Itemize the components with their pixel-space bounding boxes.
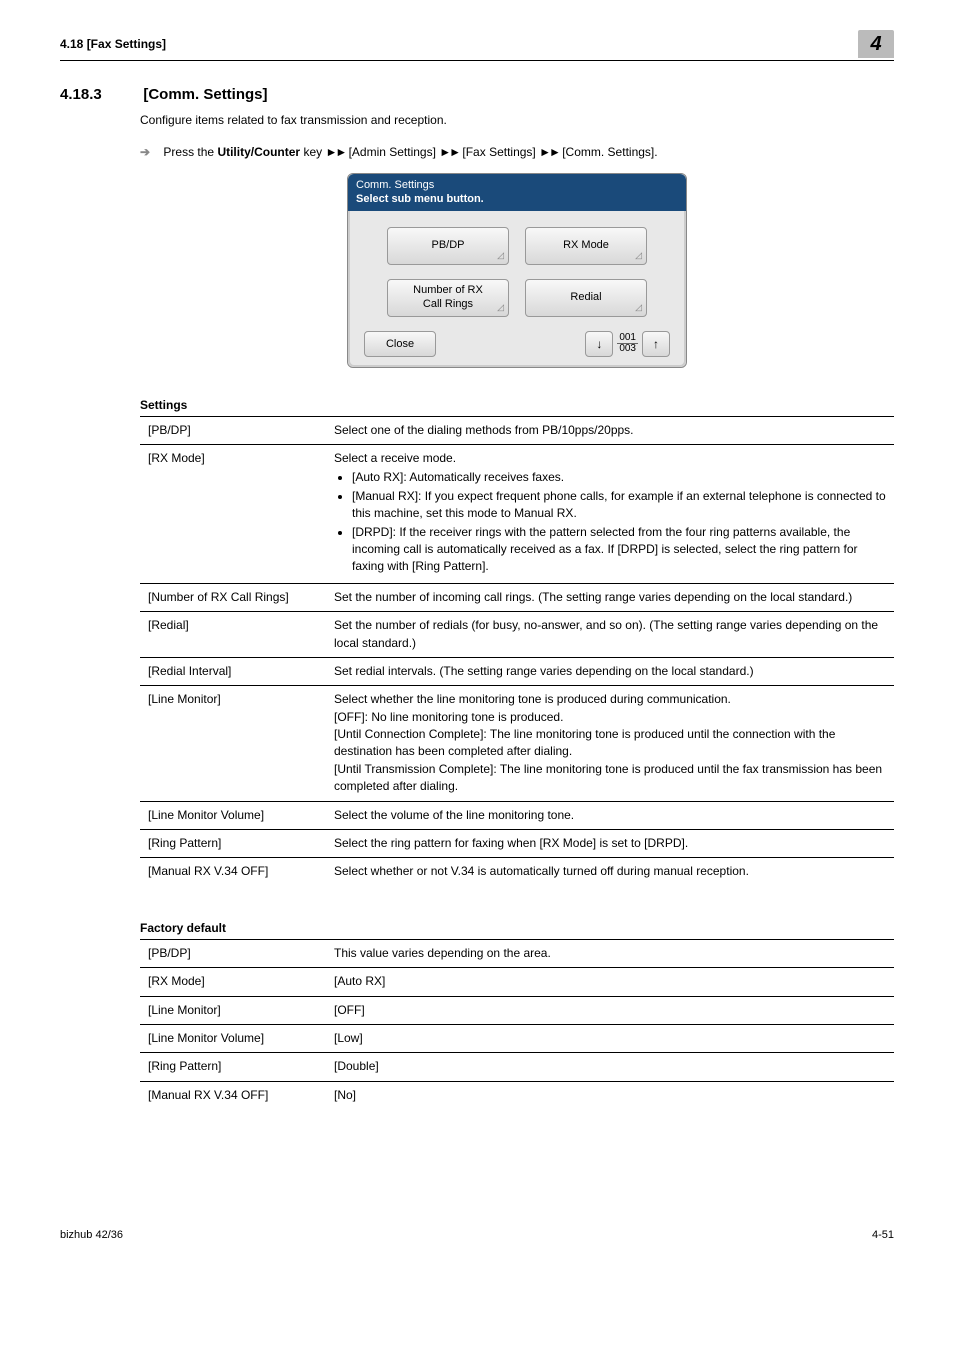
table-row: [Line Monitor]Select whether the line mo…: [140, 686, 894, 801]
setting-key: [RX Mode]: [140, 444, 326, 583]
default-value: [No]: [326, 1081, 894, 1109]
section-number: 4.18.3: [60, 86, 140, 103]
setting-value: Select whether or not V.34 is automatica…: [326, 858, 894, 886]
header-left: 4.18 [Fax Settings]: [60, 37, 166, 51]
rx-mode-button[interactable]: RX Mode◿: [525, 227, 647, 265]
page-counter: 001 003: [617, 333, 638, 354]
setting-key: [Redial Interval]: [140, 657, 326, 685]
table-row: [Manual RX V.34 OFF][No]: [140, 1081, 894, 1109]
table-row: [RX Mode][Auto RX]: [140, 968, 894, 996]
table-row: [Redial Interval]Set redial intervals. (…: [140, 657, 894, 685]
redial-button[interactable]: Redial◿: [525, 279, 647, 317]
setting-value: Set redial intervals. (The setting range…: [326, 657, 894, 685]
setting-value: Set the number of redials (for busy, no-…: [326, 612, 894, 658]
table-row: [PB/DP]Select one of the dialing methods…: [140, 416, 894, 444]
screenshot-title: Comm. Settings Select sub menu button.: [348, 174, 686, 211]
setting-value: Select the ring pattern for faxing when …: [326, 830, 894, 858]
table-row: [RX Mode]Select a receive mode.[Auto RX]…: [140, 444, 894, 583]
section-heading: 4.18.3 [Comm. Settings]: [60, 86, 894, 103]
setting-value: Select a receive mode.[Auto RX]: Automat…: [326, 444, 894, 583]
footer-left: bizhub 42/36: [60, 1229, 123, 1241]
submenu-icon: ◿: [635, 250, 642, 261]
page-header: 4.18 [Fax Settings] 4: [60, 30, 894, 61]
table-row: [Line Monitor Volume]Select the volume o…: [140, 801, 894, 829]
default-value: [Auto RX]: [326, 968, 894, 996]
chapter-badge: 4: [858, 30, 894, 58]
pager: ↓ 001 003 ↑: [585, 331, 670, 357]
setting-key: [Manual RX V.34 OFF]: [140, 858, 326, 886]
table-row: [Line Monitor][OFF]: [140, 996, 894, 1024]
settings-table: [PB/DP]Select one of the dialing methods…: [140, 416, 894, 886]
default-value: [Low]: [326, 1024, 894, 1052]
page-up-button[interactable]: ↑: [642, 331, 670, 357]
page-footer: bizhub 42/36 4-51: [60, 1229, 894, 1241]
setting-key: [Ring Pattern]: [140, 830, 326, 858]
setting-key: [Line Monitor]: [140, 686, 326, 801]
setting-key: [Line Monitor Volume]: [140, 801, 326, 829]
table-row: [Ring Pattern]Select the ring pattern fo…: [140, 830, 894, 858]
table-row: [Line Monitor Volume][Low]: [140, 1024, 894, 1052]
close-button[interactable]: Close: [364, 331, 436, 357]
default-key: [PB/DP]: [140, 939, 326, 967]
default-value: [OFF]: [326, 996, 894, 1024]
table-row: [Redial]Set the number of redials (for b…: [140, 612, 894, 658]
setting-key: [PB/DP]: [140, 416, 326, 444]
default-value: [Double]: [326, 1053, 894, 1081]
navigation-path: ➔ Press the Utility/Counter key ►► [Admi…: [140, 145, 894, 159]
default-key: [Ring Pattern]: [140, 1053, 326, 1081]
defaults-table: [PB/DP]This value varies depending on th…: [140, 939, 894, 1109]
pb-dp-button[interactable]: PB/DP◿: [387, 227, 509, 265]
rx-call-rings-button[interactable]: Number of RX Call Rings◿: [387, 279, 509, 317]
setting-value: Set the number of incoming call rings. (…: [326, 583, 894, 611]
default-value: This value varies depending on the area.: [326, 939, 894, 967]
device-screenshot: Comm. Settings Select sub menu button. P…: [347, 173, 687, 368]
default-key: [Line Monitor Volume]: [140, 1024, 326, 1052]
settings-table-title: Settings: [140, 398, 894, 412]
setting-value: Select the volume of the line monitoring…: [326, 801, 894, 829]
setting-key: [Redial]: [140, 612, 326, 658]
table-row: [PB/DP]This value varies depending on th…: [140, 939, 894, 967]
default-key: [Manual RX V.34 OFF]: [140, 1081, 326, 1109]
default-key: [Line Monitor]: [140, 996, 326, 1024]
submenu-icon: ◿: [497, 302, 504, 313]
submenu-icon: ◿: [635, 302, 642, 313]
setting-key: [Number of RX Call Rings]: [140, 583, 326, 611]
arrow-icon: ➔: [140, 145, 150, 159]
submenu-icon: ◿: [497, 250, 504, 261]
section-title: [Comm. Settings]: [143, 86, 267, 103]
defaults-table-title: Factory default: [140, 921, 894, 935]
table-row: [Manual RX V.34 OFF]Select whether or no…: [140, 858, 894, 886]
table-row: [Number of RX Call Rings]Set the number …: [140, 583, 894, 611]
intro-text: Configure items related to fax transmiss…: [140, 113, 894, 127]
table-row: [Ring Pattern][Double]: [140, 1053, 894, 1081]
default-key: [RX Mode]: [140, 968, 326, 996]
setting-value: Select whether the line monitoring tone …: [326, 686, 894, 801]
footer-right: 4-51: [872, 1229, 894, 1241]
setting-value: Select one of the dialing methods from P…: [326, 416, 894, 444]
page-down-button[interactable]: ↓: [585, 331, 613, 357]
